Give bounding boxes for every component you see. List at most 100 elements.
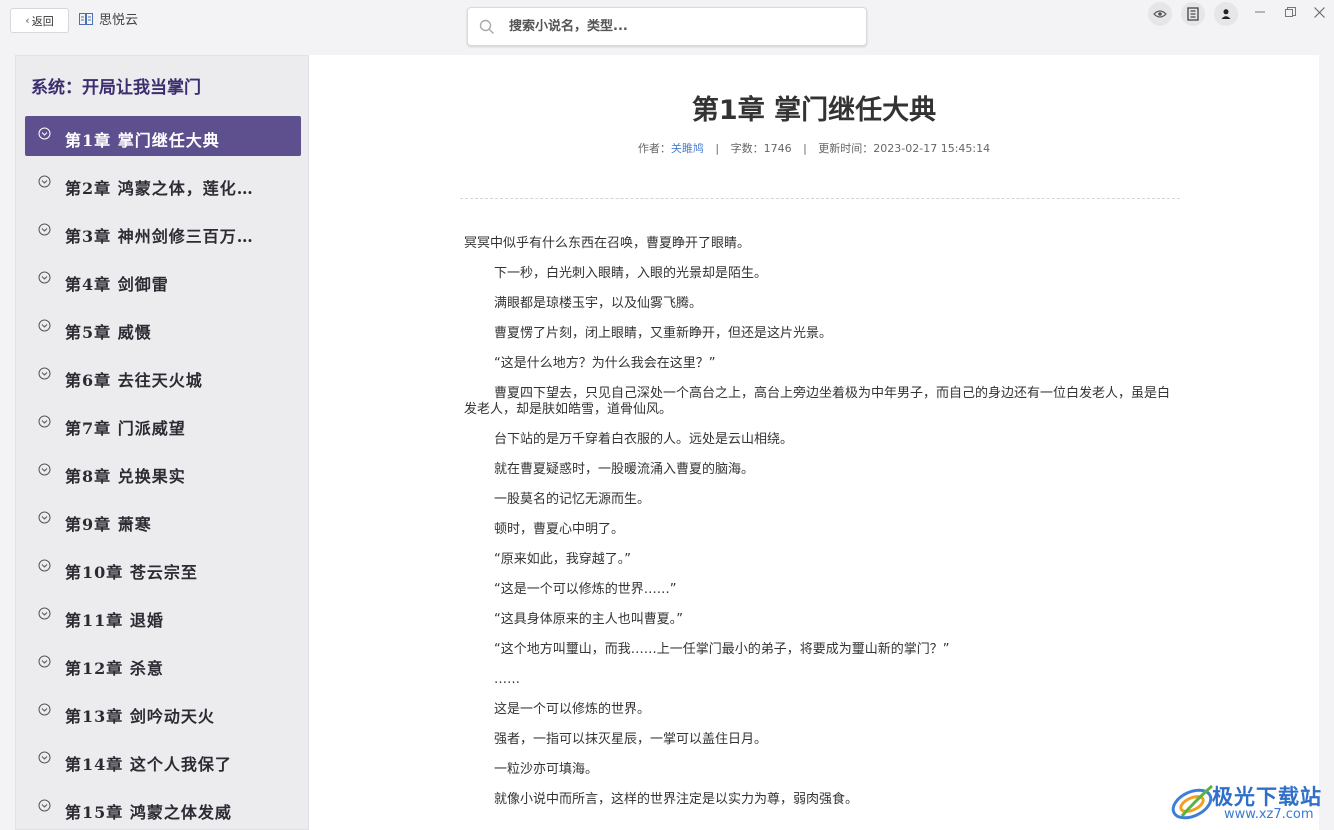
book-title: 系统：开局让我当掌门 [31, 78, 201, 98]
chapter-item[interactable]: 第8章 兑换果实 [25, 452, 301, 492]
chapter-sidebar: 系统：开局让我当掌门 第1章 掌门继任大典第2章 鸿蒙之体，莲化… 第3章 神州剑… [15, 55, 309, 830]
chapter-label: 第9章 萧寒 [65, 515, 152, 534]
watermark-url: www.xz7.com [1224, 807, 1314, 822]
search-icon [479, 19, 494, 34]
paragraph: “原来如此，我穿越了。” [494, 552, 631, 567]
chapter-bullet-icon [38, 703, 51, 716]
paragraph: 一股莫名的记忆无源而生。 [494, 492, 651, 507]
chapter-label: 第10章 苍云宗至 [65, 563, 198, 582]
app-name: 思悦云 [99, 13, 139, 28]
minimize-button[interactable] [1250, 2, 1270, 22]
divider [460, 198, 1180, 199]
meta-separator: | [715, 142, 720, 155]
paragraph: “这是什么地方？为什么我会在这里？” [494, 356, 716, 371]
top-bar: ‹ 返回 思悦云 [0, 0, 1334, 52]
chapter-bullet-icon [38, 799, 51, 812]
back-button[interactable]: ‹ 返回 [10, 8, 69, 33]
eye-icon [1153, 10, 1167, 18]
user-button[interactable] [1214, 2, 1238, 26]
book-icon [79, 12, 93, 25]
chapter-title: 第1章 掌门继任大典 [691, 95, 937, 126]
chapter-bullet-icon [38, 415, 51, 428]
chapter-list: 第1章 掌门继任大典第2章 鸿蒙之体，莲化… 第3章 神州剑修三百万… 第4章 剑御… [25, 116, 301, 829]
meta-separator: | [803, 142, 807, 155]
paragraph: 台下站的是万千穿着白衣服的人。远处是云山相绕。 [494, 432, 794, 447]
chapter-item[interactable]: 第9章 萧寒 [25, 500, 301, 540]
chapter-meta: 作者：关雎鸠 | 字数：1746 | 更新时间：2023-02-17 15:45… [309, 140, 1319, 156]
restore-icon [1284, 6, 1296, 17]
close-icon [1313, 6, 1325, 18]
chapter-item[interactable]: 第14章 这个人我保了 [25, 740, 301, 780]
chapter-bullet-icon [38, 751, 51, 764]
chapter-label: 第3章 神州剑修三百万… [65, 227, 254, 246]
chapter-bullet-icon [38, 367, 51, 380]
paragraph: “这个地方叫璽山，而我……上一任掌门最小的弟子，将要成为璽山新的掌门？” [494, 642, 950, 657]
chapter-bullet-icon [38, 655, 51, 668]
paragraph: 顿时，曹夏心中明了。 [494, 522, 625, 537]
restore-button[interactable] [1280, 2, 1300, 22]
paragraph: 这是一个可以修炼的世界。 [494, 702, 651, 717]
chapter-bullet-icon [38, 175, 51, 188]
chapter-label: 第15章 鸿蒙之体发威 [65, 803, 232, 822]
chapter-label: 第5章 威慑 [65, 323, 152, 342]
chapter-label: 第6章 去往天火城 [65, 371, 203, 390]
app-brand: 思悦云 [79, 9, 138, 28]
reader-panel: 第1章 掌门继任大典 作者：关雎鸠 | 字数：1746 | 更新时间：2023-… [309, 55, 1319, 830]
paragraph: 强者，一指可以抹灭星辰，一掌可以盖住日月。 [494, 732, 768, 747]
chapter-bullet-icon [38, 463, 51, 476]
paragraph: 就在曹夏疑惑时，一股暖流涌入曹夏的脑海。 [494, 462, 755, 477]
chevron-left-icon: ‹ [25, 14, 30, 27]
chapter-bullet-icon [38, 223, 51, 236]
chapter-bullet-icon [38, 127, 51, 140]
chapter-item[interactable]: 第7章 门派威望 [25, 404, 301, 444]
book-list-icon [1187, 7, 1199, 21]
chapter-label: 第2章 鸿蒙之体，莲化… [65, 179, 254, 198]
author-label: 作者： [637, 142, 671, 155]
user-icon [1221, 9, 1231, 19]
chapter-item[interactable]: 第5章 威慑 [25, 308, 301, 348]
paragraph: “这是一个可以修炼的世界……” [494, 582, 677, 597]
paragraph: “这具身体原来的主人也叫曹夏。” [494, 612, 683, 627]
paragraph: 曹夏四下望去，只见自己深处一个高台之上，高台上旁边坐着极为中年男子，而自己的身边… [464, 386, 1171, 417]
chapter-label: 第7章 门派威望 [65, 419, 186, 438]
paragraph: …… [494, 672, 520, 687]
chapter-label: 第13章 剑吟动天火 [65, 707, 215, 726]
chapter-item[interactable]: 第13章 剑吟动天火 [25, 692, 301, 732]
search-box[interactable] [467, 7, 867, 46]
chapter-bullet-icon [38, 319, 51, 332]
chapter-label: 第8章 兑换果实 [65, 467, 186, 486]
chapter-item[interactable]: 第3章 神州剑修三百万… [25, 212, 301, 252]
watermark-logo: 极光下载站 www.xz7.com [1168, 780, 1328, 826]
library-button[interactable] [1181, 2, 1205, 26]
chapter-label: 第11章 退婚 [65, 611, 164, 630]
paragraph: 下一秒，白光刺入眼睛，入眼的光景却是陌生。 [494, 266, 768, 281]
paragraph: 满眼都是琼楼玉宇，以及仙雾飞腾。 [494, 296, 703, 311]
chapter-item[interactable]: 第2章 鸿蒙之体，莲化… [25, 164, 301, 204]
word-count: 字数：1746 [730, 142, 792, 155]
chapter-item[interactable]: 第1章 掌门继任大典 [25, 116, 301, 156]
close-button[interactable] [1309, 2, 1329, 22]
chapter-bullet-icon [38, 559, 51, 572]
chapter-item[interactable]: 第11章 退婚 [25, 596, 301, 636]
chapter-label: 第14章 这个人我保了 [65, 755, 232, 774]
paragraph: 就像小说中而所言，这样的世界注定是以实力为尊，弱肉强食。 [494, 792, 859, 807]
chapter-item[interactable]: 第10章 苍云宗至 [25, 548, 301, 588]
chapter-bullet-icon [38, 271, 51, 284]
chapter-label: 第4章 剑御雷 [65, 275, 169, 294]
chapter-label: 第12章 杀意 [65, 659, 164, 678]
chapter-item[interactable]: 第4章 剑御雷 [25, 260, 301, 300]
chapter-item[interactable]: 第12章 杀意 [25, 644, 301, 684]
search-input[interactable] [509, 19, 849, 34]
paragraph: 一粒沙亦可填海。 [494, 762, 599, 777]
eye-button[interactable] [1148, 2, 1172, 26]
chapter-item[interactable]: 第6章 去往天火城 [25, 356, 301, 396]
paragraph: 曹夏愣了片刻，闭上眼睛，又重新睁开，但还是这片光景。 [494, 326, 833, 341]
author-link[interactable]: 关雎鸠 [671, 142, 704, 155]
minimize-icon [1255, 11, 1265, 13]
chapter-label: 第1章 掌门继任大典 [65, 131, 220, 150]
chapter-bullet-icon [38, 607, 51, 620]
updated-time: 更新时间：2023-02-17 15:45:14 [818, 142, 991, 155]
chapter-item[interactable]: 第15章 鸿蒙之体发威 [25, 788, 301, 828]
chapter-body: 冥冥中似乎有什么东西在召唤，曹夏睁开了眼睛。 下一秒，白光刺入眼睛，入眼的光景却是… [464, 236, 1179, 822]
watermark-swirl-icon [1171, 784, 1213, 820]
